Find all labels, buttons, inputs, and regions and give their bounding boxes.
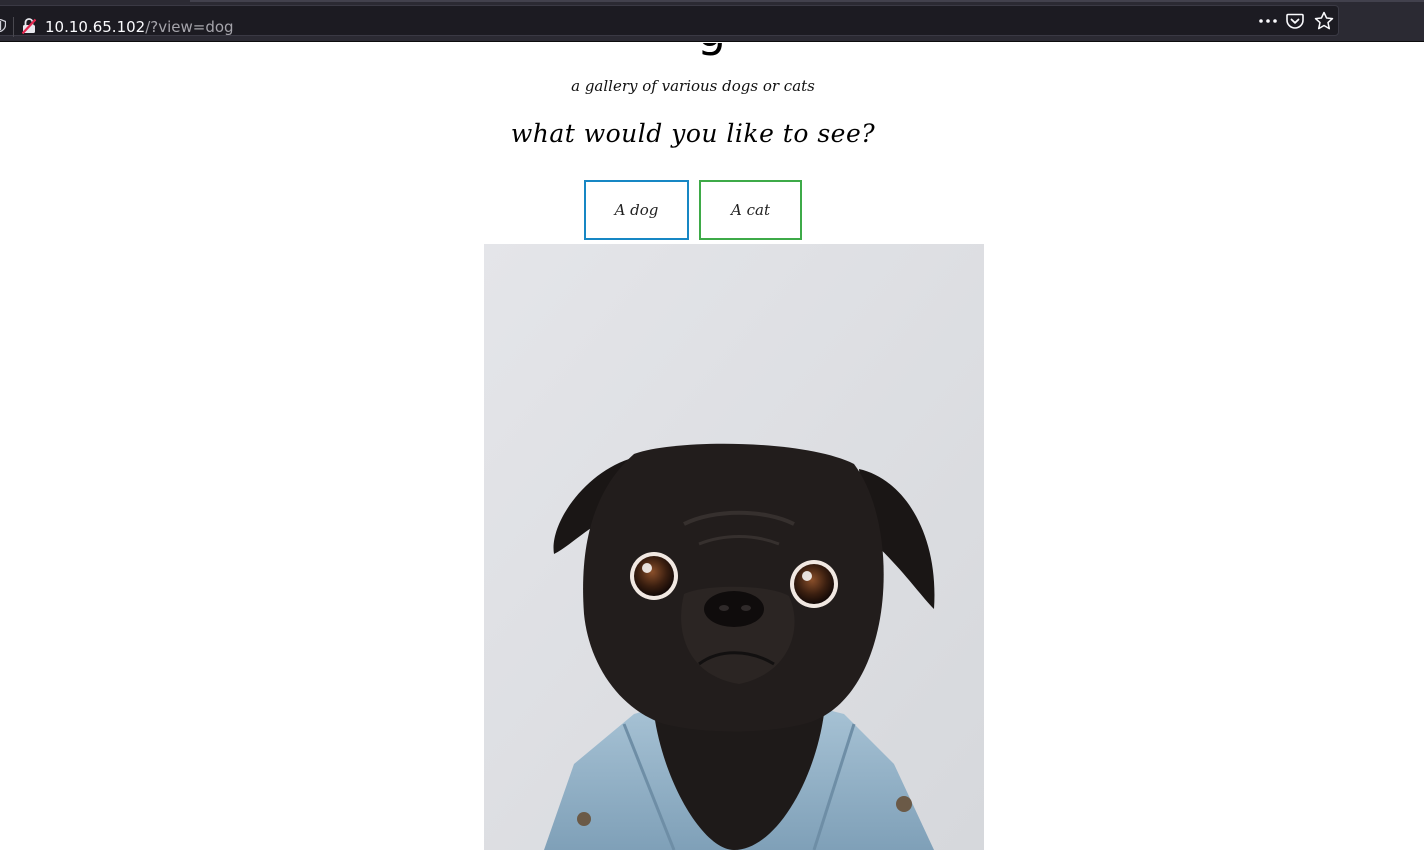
page-heading: g [0, 43, 1424, 57]
cat-button[interactable]: A cat [699, 180, 802, 240]
page-actions-menu-icon[interactable] [1258, 12, 1278, 30]
page-subtitle: a gallery of various dogs or cats [571, 77, 815, 95]
gallery-question: what would you like to see? [510, 119, 876, 148]
tab-strip-edge [190, 0, 1424, 2]
address-bar[interactable]: 10.10.65.102/?view=dog [0, 5, 1339, 37]
dog-photo [484, 244, 984, 850]
insecure-lock-icon[interactable] [22, 18, 36, 34]
shield-icon[interactable] [0, 19, 6, 32]
page-content: g a gallery of various dogs or cats what… [0, 43, 1424, 850]
url-path: /?view=dog [145, 18, 234, 36]
pocket-icon[interactable] [1286, 12, 1304, 30]
dog-button[interactable]: A dog [584, 180, 689, 240]
urlbar-separator [13, 17, 14, 37]
url-text[interactable]: 10.10.65.102/?view=dog [45, 17, 234, 37]
browser-toolbar: 10.10.65.102/?view=dog [0, 0, 1424, 42]
url-host: 10.10.65.102 [45, 18, 146, 36]
bookmark-star-icon[interactable] [1314, 11, 1334, 31]
